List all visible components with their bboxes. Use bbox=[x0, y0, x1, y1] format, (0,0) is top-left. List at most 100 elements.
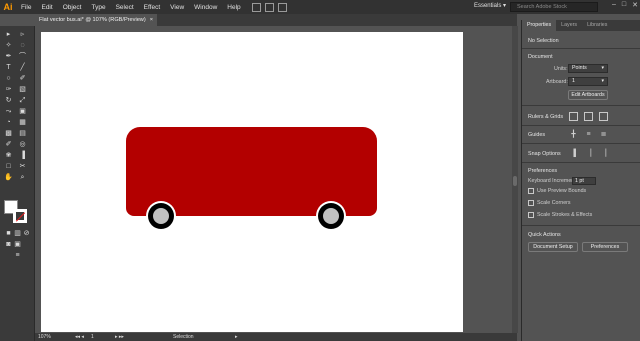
menu-bar: Ai File Edit Object Type Select Effect V… bbox=[0, 0, 640, 14]
curvature-tool-icon[interactable]: ⌒ bbox=[18, 52, 27, 61]
rotate-tool-icon[interactable]: ↻ bbox=[4, 96, 13, 105]
minimize-icon[interactable]: – bbox=[612, 1, 616, 9]
menu-file[interactable]: File bbox=[16, 4, 36, 11]
tab-layers[interactable]: Layers bbox=[556, 20, 582, 31]
tools-panel: ▸ ▹ ✧ ◌ ✒ ⌒ T ╱ ○ ✐ ✑ ▧ ↻ ⤢ ⤳ ▣ ◔ ▦ ▩ ▤ … bbox=[0, 26, 35, 341]
menu-view[interactable]: View bbox=[165, 4, 189, 11]
bus-front-wheel[interactable] bbox=[146, 201, 176, 231]
preferences-button[interactable]: Preferences bbox=[582, 242, 628, 252]
scale-strokes-checkbox[interactable] bbox=[528, 212, 534, 218]
divider bbox=[522, 105, 640, 106]
quick-actions-title: Quick Actions bbox=[528, 232, 561, 238]
eyedropper-tool-icon[interactable]: ✐ bbox=[4, 140, 13, 149]
rulers-icon[interactable] bbox=[569, 112, 578, 121]
grid-icon[interactable] bbox=[584, 112, 593, 121]
direct-selection-tool-icon[interactable]: ▹ bbox=[18, 30, 27, 39]
none-mode-icon[interactable]: ⊘ bbox=[22, 229, 31, 238]
perspective-grid-tool-icon[interactable]: ▦ bbox=[18, 118, 27, 127]
bridge-icon[interactable] bbox=[264, 2, 274, 12]
screen-mode-icon[interactable]: ▣ bbox=[13, 240, 22, 249]
zoom-tool-icon[interactable]: ⌕ bbox=[18, 173, 27, 182]
menu-effect[interactable]: Effect bbox=[139, 4, 166, 11]
properties-panel: Properties Layers Libraries No Selection… bbox=[521, 20, 640, 341]
color-mode-icon[interactable]: ■ bbox=[4, 229, 13, 238]
scrollbar-thumb[interactable] bbox=[513, 176, 517, 186]
units-value: Points bbox=[572, 65, 587, 71]
scale-tool-icon[interactable]: ⤢ bbox=[18, 96, 27, 105]
free-transform-tool-icon[interactable]: ▣ bbox=[18, 107, 27, 116]
document-setup-button[interactable]: Document Setup bbox=[528, 242, 578, 252]
status-menu-icon[interactable]: ▸ bbox=[235, 333, 238, 341]
column-graph-tool-icon[interactable]: ▐ bbox=[18, 151, 27, 160]
edit-toolbar-icon[interactable]: ≡ bbox=[13, 251, 22, 260]
current-tool-status[interactable]: Selection bbox=[173, 333, 194, 341]
width-tool-icon[interactable]: ⤳ bbox=[4, 107, 13, 116]
paintbrush-tool-icon[interactable]: ✐ bbox=[18, 74, 27, 83]
slice-tool-icon[interactable]: ✂ bbox=[18, 162, 27, 171]
workspace-switcher[interactable]: Essentials ▾ bbox=[474, 2, 506, 9]
line-tool-icon[interactable]: ╱ bbox=[18, 63, 27, 72]
mesh-tool-icon[interactable]: ▩ bbox=[4, 129, 13, 138]
show-guides-icon[interactable]: ╋ bbox=[569, 130, 578, 139]
menu-help[interactable]: Help bbox=[222, 4, 245, 11]
magic-wand-tool-icon[interactable]: ✧ bbox=[4, 41, 13, 50]
symbol-sprayer-tool-icon[interactable]: ❀ bbox=[4, 151, 13, 160]
lock-guides-icon[interactable]: ≡ bbox=[584, 130, 593, 139]
tab-properties[interactable]: Properties bbox=[522, 20, 557, 31]
units-dropdown[interactable]: Points ▾ bbox=[568, 64, 608, 73]
artboard-next-icon[interactable]: ▸ ▸▸ bbox=[115, 333, 124, 341]
gradient-tool-icon[interactable]: ▤ bbox=[18, 129, 27, 138]
shape-builder-tool-icon[interactable]: ◔ bbox=[4, 118, 13, 127]
menu-object[interactable]: Object bbox=[58, 4, 87, 11]
snap-to-pixel-icon[interactable]: ▕ bbox=[599, 149, 608, 158]
selection-tool-icon[interactable]: ▸ bbox=[4, 30, 13, 39]
ellipse-tool-icon[interactable]: ○ bbox=[4, 74, 13, 83]
eraser-tool-icon[interactable]: ▧ bbox=[18, 85, 27, 94]
rulers-grids-title: Rulers & Grids bbox=[528, 114, 564, 120]
artboard-tool-icon[interactable]: □ bbox=[4, 162, 13, 171]
document-tab[interactable]: Flat vector bus.ai* @ 107% (RGB/Preview)… bbox=[35, 14, 157, 26]
stroke-color-swatch[interactable] bbox=[13, 209, 27, 223]
scale-corners-checkbox[interactable] bbox=[528, 200, 534, 206]
snap-to-grid-icon[interactable]: ▕ bbox=[584, 149, 593, 158]
menu-window[interactable]: Window bbox=[189, 4, 222, 11]
artboard-dropdown[interactable]: 1 ▾ bbox=[568, 77, 608, 86]
app-logo: Ai bbox=[3, 2, 13, 12]
document-tab-title: Flat vector bus.ai* @ 107% (RGB/Preview) bbox=[39, 17, 146, 23]
bus-rear-wheel[interactable] bbox=[316, 201, 346, 231]
shaper-tool-icon[interactable]: ✑ bbox=[4, 85, 13, 94]
wheel-hub bbox=[323, 208, 339, 224]
tab-libraries[interactable]: Libraries bbox=[582, 20, 612, 31]
artboard-number[interactable]: 1 bbox=[91, 333, 94, 341]
keyboard-increment-input[interactable]: 1 pt bbox=[572, 177, 596, 185]
zoom-level[interactable]: 107% bbox=[38, 333, 51, 341]
menu-type[interactable]: Type bbox=[86, 4, 110, 11]
artboard-prev-icon[interactable]: ◂◂ ◂ bbox=[75, 333, 84, 341]
canvas-area[interactable] bbox=[35, 26, 518, 333]
use-preview-bounds-checkbox[interactable] bbox=[528, 188, 534, 194]
divider bbox=[522, 225, 640, 226]
transparency-grid-icon[interactable] bbox=[599, 112, 608, 121]
lasso-tool-icon[interactable]: ◌ bbox=[18, 41, 27, 50]
pen-tool-icon[interactable]: ✒ bbox=[4, 52, 13, 61]
type-tool-icon[interactable]: T bbox=[4, 63, 13, 72]
arrange-documents-icon[interactable] bbox=[251, 2, 261, 12]
gradient-mode-icon[interactable]: ▥ bbox=[13, 229, 22, 238]
snap-to-point-icon[interactable]: ▐ bbox=[569, 149, 578, 158]
smart-guides-icon[interactable]: ≣ bbox=[599, 130, 608, 139]
menu-edit[interactable]: Edit bbox=[36, 4, 57, 11]
keyboard-increment-label: Keyboard Increment: bbox=[528, 178, 578, 184]
tab-close-icon[interactable]: × bbox=[150, 14, 153, 26]
close-icon[interactable]: ✕ bbox=[632, 1, 638, 9]
stock-search-input[interactable]: Search Adobe Stock bbox=[510, 2, 598, 12]
draw-mode-icon[interactable]: ◙ bbox=[4, 240, 13, 249]
divider bbox=[522, 143, 640, 144]
artboard[interactable] bbox=[41, 32, 463, 332]
blend-tool-icon[interactable]: ◎ bbox=[18, 140, 27, 149]
edit-artboards-button[interactable]: Edit Artboards bbox=[568, 90, 608, 100]
maximize-icon[interactable]: □ bbox=[622, 1, 626, 9]
vertical-scrollbar[interactable] bbox=[512, 26, 518, 333]
menu-select[interactable]: Select bbox=[111, 4, 139, 11]
hand-tool-icon[interactable]: ✋ bbox=[4, 173, 13, 182]
gpu-performance-icon[interactable] bbox=[277, 2, 287, 12]
